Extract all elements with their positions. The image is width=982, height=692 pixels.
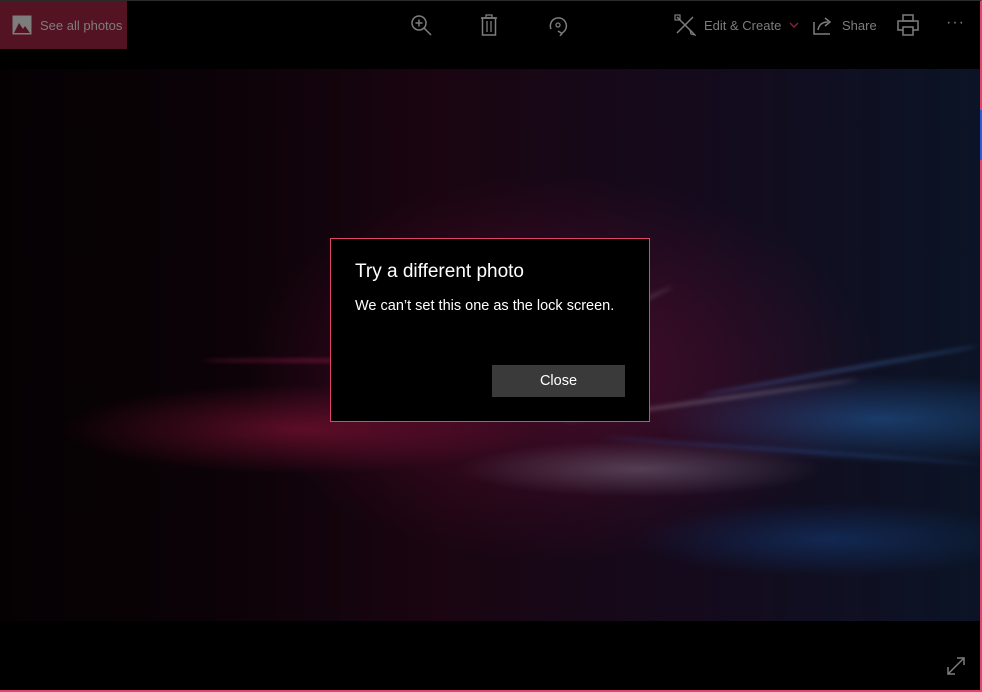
see-all-photos-button[interactable]: See all photos [0,1,127,49]
chevron-down-icon [789,22,799,28]
delete-icon[interactable] [478,14,500,36]
edit-create-icon [674,14,696,36]
toolbar: See all photos Edit & Create Share ··· [0,1,980,49]
photos-app-window: See all photos Edit & Create Share ··· T… [0,0,982,692]
bottom-bar [0,621,980,690]
fullscreen-expand-icon[interactable] [946,656,966,676]
error-dialog: Try a different photo We can’t set this … [330,238,650,422]
dialog-title: Try a different photo [355,261,524,282]
share-icon [813,17,832,35]
photo-gallery-icon [12,15,32,35]
close-button[interactable]: Close [492,365,625,397]
edit-create-button[interactable]: Edit & Create [674,13,799,37]
rotate-icon[interactable] [547,14,569,36]
more-options-button[interactable]: ··· [946,11,965,35]
image-light-streak [701,344,979,397]
more-icon: ··· [946,14,965,31]
dialog-message: We can’t set this one as the lock screen… [355,298,615,314]
image-light-streak [600,435,980,466]
printer-icon[interactable] [897,14,919,36]
zoom-in-icon[interactable] [410,14,432,36]
share-button[interactable]: Share [812,13,877,37]
edit-create-label: Edit & Create [704,17,782,33]
share-label: Share [842,17,877,33]
see-all-photos-label: See all photos [40,17,123,33]
